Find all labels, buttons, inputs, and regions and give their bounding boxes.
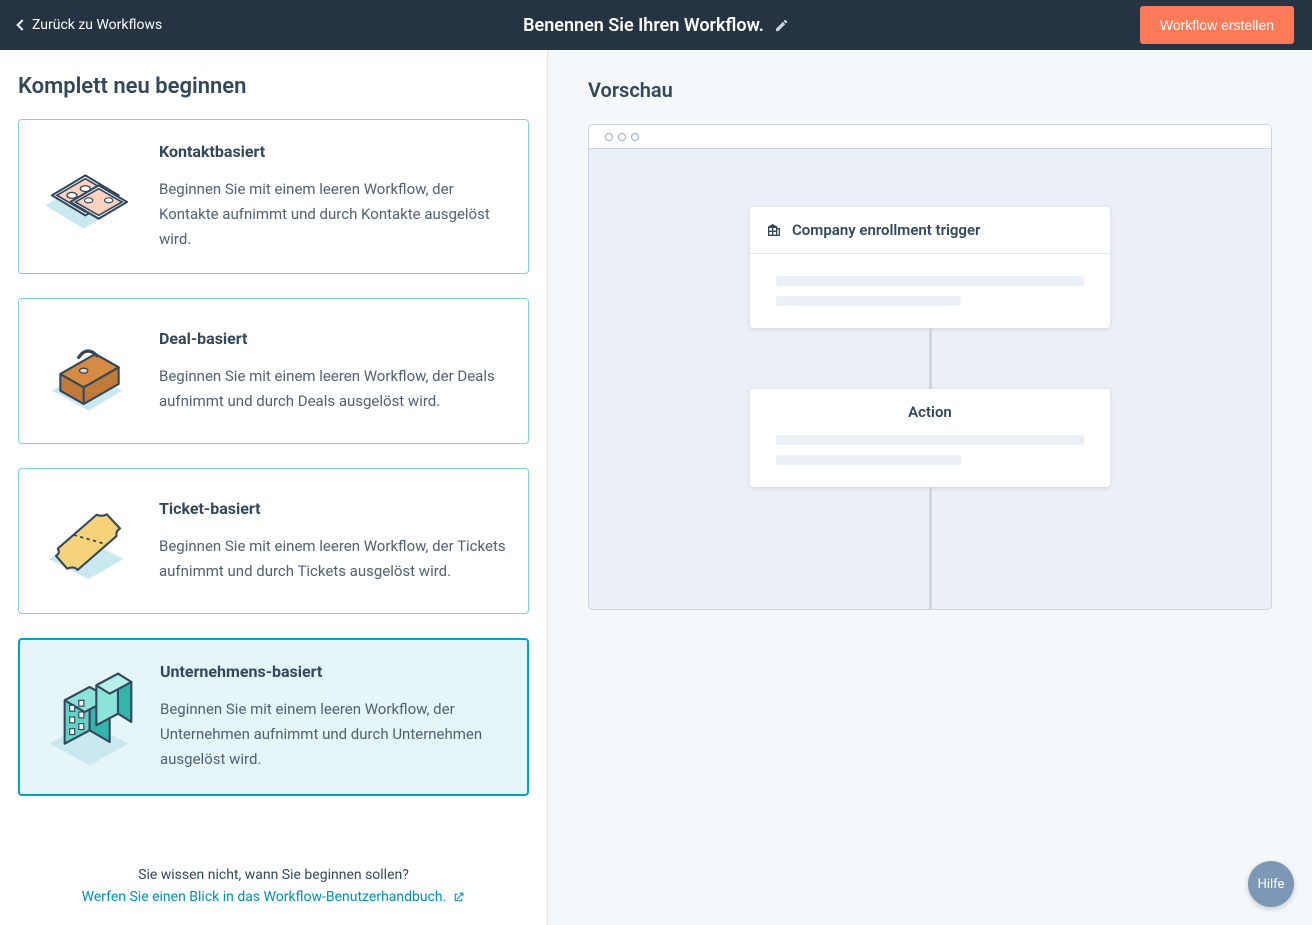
deal-icon: [37, 321, 137, 421]
card-desc: Beginnen Sie mit einem leeren Workflow, …: [159, 364, 506, 414]
card-list: Kontaktbasiert Beginnen Sie mit einem le…: [18, 119, 529, 843]
skeleton-line: [776, 276, 1084, 286]
company-icon: [38, 667, 138, 767]
card-title: Unternehmens-basiert: [160, 662, 505, 681]
skeleton-line: [776, 455, 961, 465]
back-link[interactable]: Zurück zu Workflows: [18, 17, 162, 33]
preview-frame: Company enrollment trigger Action: [588, 124, 1272, 610]
edit-icon[interactable]: [774, 18, 789, 33]
title-group: Benennen Sie Ihren Workflow.: [523, 15, 789, 36]
workflow-title: Benennen Sie Ihren Workflow.: [523, 15, 764, 36]
preview-title: Vorschau: [588, 78, 1272, 102]
window-dot-icon: [618, 133, 626, 141]
back-label: Zurück zu Workflows: [32, 17, 162, 33]
card-desc: Beginnen Sie mit einem leeren Workflow, …: [160, 697, 505, 771]
action-node: Action: [750, 389, 1110, 487]
card-title: Deal-basiert: [159, 329, 506, 348]
card-ticket[interactable]: Ticket-basiert Beginnen Sie mit einem le…: [18, 468, 529, 614]
contact-icon: [37, 147, 137, 247]
action-title: Action: [908, 403, 952, 421]
card-title: Ticket-basiert: [159, 499, 506, 518]
footer-help: Sie wissen nicht, wann Sie beginnen soll…: [18, 843, 529, 905]
connector-line: [929, 487, 932, 609]
card-title: Kontaktbasiert: [159, 142, 506, 161]
card-desc: Beginnen Sie mit einem leeren Workflow, …: [159, 177, 506, 251]
company-trigger-icon: [766, 222, 782, 238]
trigger-title: Company enrollment trigger: [792, 221, 980, 239]
app-header: Zurück zu Workflows Benennen Sie Ihren W…: [0, 0, 1312, 50]
chevron-left-icon: [16, 19, 27, 30]
create-workflow-button[interactable]: Workflow erstellen: [1140, 6, 1294, 44]
skeleton-line: [776, 435, 1084, 445]
section-title: Komplett neu beginnen: [18, 74, 529, 99]
connector-line: [929, 328, 932, 389]
card-deal[interactable]: Deal-basiert Beginnen Sie mit einem leer…: [18, 298, 529, 444]
help-link[interactable]: Werfen Sie einen Blick in das Workflow-B…: [82, 889, 466, 905]
help-bubble[interactable]: Hilfe: [1248, 861, 1294, 907]
window-dot-icon: [605, 133, 613, 141]
window-dot-icon: [631, 133, 639, 141]
card-contact[interactable]: Kontaktbasiert Beginnen Sie mit einem le…: [18, 119, 529, 274]
help-link-text: Werfen Sie einen Blick in das Workflow-B…: [82, 889, 447, 905]
left-panel: Komplett neu beginnen: [0, 50, 548, 925]
help-question: Sie wissen nicht, wann Sie beginnen soll…: [18, 867, 529, 883]
external-link-icon: [452, 891, 465, 904]
preview-canvas: Company enrollment trigger Action: [589, 149, 1271, 609]
trigger-node: Company enrollment trigger: [750, 207, 1110, 328]
right-panel: Vorschau Company enrollment trigger: [548, 50, 1312, 925]
ticket-icon: [37, 491, 137, 591]
card-desc: Beginnen Sie mit einem leeren Workflow, …: [159, 534, 506, 584]
card-company[interactable]: Unternehmens-basiert Beginnen Sie mit ei…: [18, 638, 529, 795]
frame-bar: [589, 125, 1271, 149]
help-bubble-label: Hilfe: [1258, 877, 1285, 892]
skeleton-line: [776, 296, 961, 306]
